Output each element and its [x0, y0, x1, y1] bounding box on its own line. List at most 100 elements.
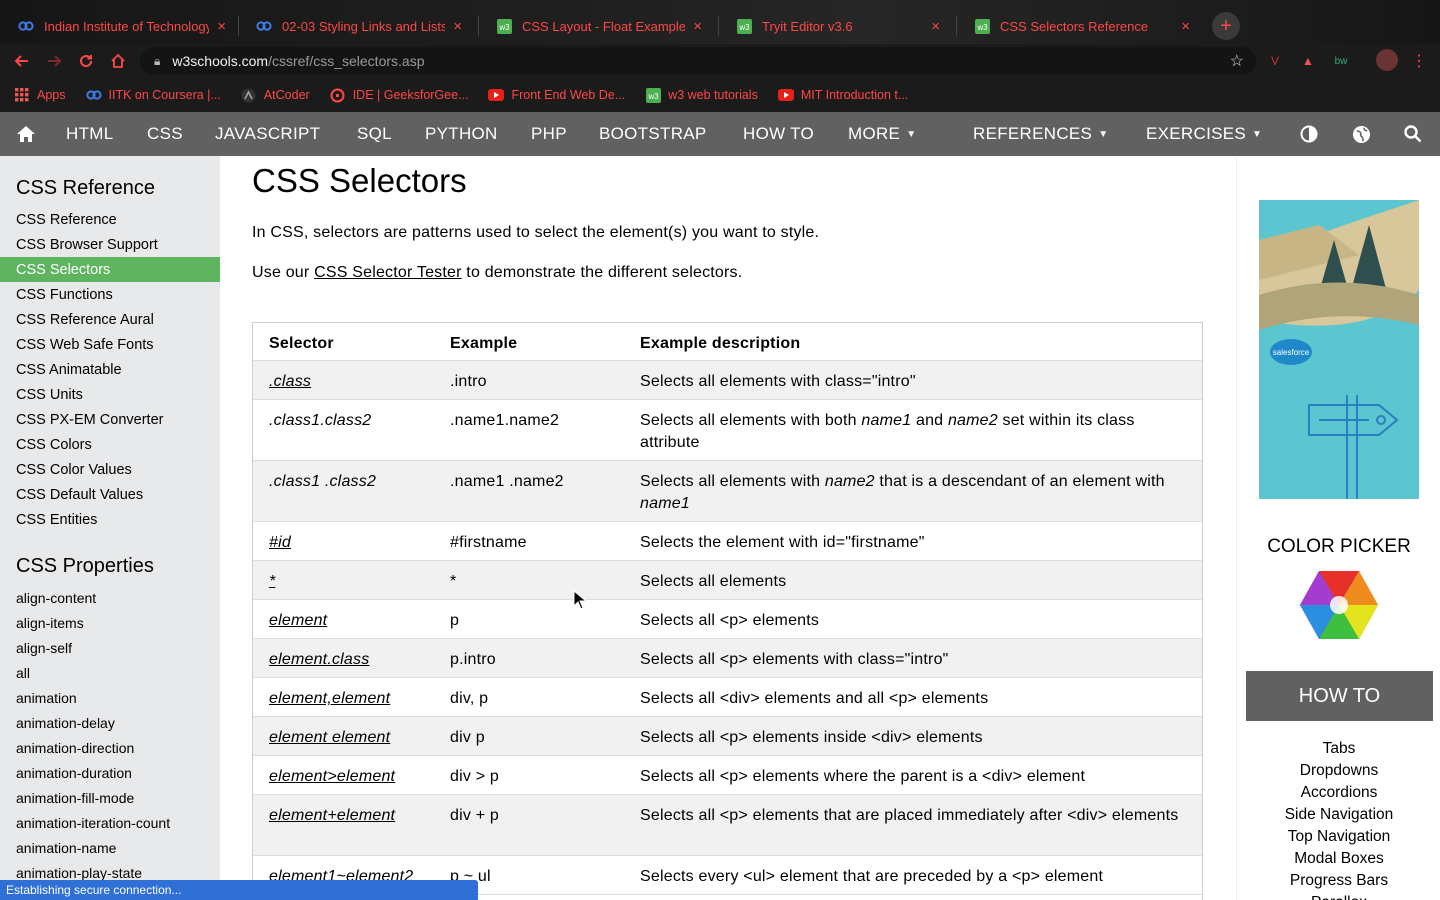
howto-link[interactable]: Accordions [1237, 784, 1440, 802]
close-icon[interactable]: × [931, 18, 940, 35]
selector-cell[interactable]: element,element [269, 688, 439, 710]
nav-bootstrap[interactable]: BOOTSTRAP [599, 112, 707, 156]
nav-sql[interactable]: SQL [357, 112, 392, 156]
extension-icon[interactable]: V [1266, 52, 1284, 70]
dark-mode-toggle[interactable] [1300, 112, 1318, 156]
browser-tab[interactable]: 02-03 Styling Links and Lists - × [238, 8, 474, 44]
sidebar-property-link[interactable]: align-self [0, 635, 220, 660]
sidebar-link[interactable]: CSS Functions [0, 282, 220, 307]
sidebar-link[interactable]: CSS Web Safe Fonts [0, 332, 220, 357]
sidebar-link[interactable]: CSS Reference [0, 207, 220, 232]
sidebar-link[interactable]: CSS Colors [0, 432, 220, 457]
menu-kebab-icon[interactable]: ⋮ [1410, 52, 1428, 70]
nav-references-dropdown[interactable]: REFERENCES ▼ [973, 112, 1108, 156]
nav-javascript[interactable]: JAVASCRIPT [215, 112, 320, 156]
howto-link[interactable]: Side Navigation [1237, 806, 1440, 824]
example-cell: div > p [450, 768, 499, 785]
howto-link[interactable]: Progress Bars [1237, 872, 1440, 890]
sidebar-link[interactable]: CSS Browser Support [0, 232, 220, 257]
address-bar[interactable]: 🔒︎ w3schools.com/cssref/css_selectors.as… [140, 47, 1256, 75]
bookmark-item[interactable]: AtCoder [241, 87, 310, 103]
sidebar-link[interactable]: CSS Color Values [0, 457, 220, 482]
sidebar-property-link[interactable]: animation-name [0, 835, 220, 860]
selector-cell[interactable]: .class [269, 371, 439, 393]
sidebar-link[interactable]: CSS Default Values [0, 482, 220, 507]
close-icon[interactable]: × [1181, 18, 1190, 35]
howto-link[interactable]: Top Navigation [1237, 828, 1440, 846]
home-button[interactable] [107, 50, 129, 72]
bookmark-star-icon[interactable]: ☆ [1230, 51, 1244, 71]
close-icon[interactable]: × [453, 18, 462, 35]
search-button[interactable] [1404, 112, 1422, 156]
nav-howto[interactable]: HOW TO [743, 112, 814, 156]
profile-avatar[interactable] [1376, 49, 1398, 71]
howto-link[interactable]: Modal Boxes [1237, 850, 1440, 868]
sidebar-property-link[interactable]: all [0, 660, 220, 685]
extension-icon[interactable]: bw [1332, 52, 1350, 70]
selector-cell[interactable]: * [269, 571, 439, 593]
home-nav-button[interactable] [16, 112, 36, 156]
howto-link[interactable]: Dropdowns [1237, 762, 1440, 780]
browser-tab[interactable]: w3 CSS Layout - Float Examples × [478, 8, 714, 44]
selector-cell[interactable]: element.class [269, 649, 439, 671]
nav-php[interactable]: PHP [531, 112, 567, 156]
new-tab-button[interactable]: + [1212, 12, 1240, 40]
forward-button[interactable] [43, 50, 65, 72]
browser-tab[interactable]: w3 CSS Selectors Reference × [956, 8, 1202, 44]
selector-cell[interactable]: element element [269, 727, 439, 749]
bookmark-item[interactable]: Front End Web De... [488, 87, 625, 103]
selector-cell[interactable]: element+element [269, 805, 439, 827]
bookmark-item[interactable]: IDE | GeeksforGee... [330, 87, 468, 103]
advertisement[interactable]: salesforce [1259, 200, 1419, 499]
browser-tab[interactable]: Indian Institute of Technology I × [0, 8, 238, 44]
howto-link[interactable]: Parallax [1237, 894, 1440, 900]
sidebar-property-link[interactable]: animation-delay [0, 710, 220, 735]
nav-exercises-dropdown[interactable]: EXERCISES ▼ [1146, 112, 1262, 156]
selector-cell[interactable]: element>element [269, 766, 439, 788]
tab-separator [478, 16, 479, 36]
sidebar-link[interactable]: CSS Reference Aural [0, 307, 220, 332]
sidebar-property-link[interactable]: align-content [0, 585, 220, 610]
close-icon[interactable]: × [693, 18, 702, 35]
bookmark-item[interactable]: Apps [14, 87, 66, 103]
forward-arrow-icon [48, 55, 62, 67]
selector-cell[interactable]: #id [269, 532, 439, 554]
back-button[interactable] [11, 50, 33, 72]
reload-button[interactable] [75, 50, 97, 72]
extension-icon[interactable]: ▲ [1299, 52, 1317, 70]
sidebar-link[interactable]: CSS Units [0, 382, 220, 407]
bookmark-item[interactable]: w3 w3 web tutorials [645, 87, 758, 103]
selector-cell[interactable]: element [269, 610, 439, 632]
selector-tester-link[interactable]: CSS Selector Tester [314, 264, 462, 281]
sidebar-property-link[interactable]: align-items [0, 610, 220, 635]
sidebar-property-link[interactable]: animation-duration [0, 760, 220, 785]
sidebar-link[interactable]: CSS PX-EM Converter [0, 407, 220, 432]
sidebar-property-link[interactable]: animation-fill-mode [0, 785, 220, 810]
translate-button[interactable] [1352, 112, 1371, 156]
nav-python[interactable]: PYTHON [425, 112, 498, 156]
bookmark-item[interactable]: IITK on Coursera |... [85, 87, 221, 103]
browser-tab[interactable]: w3 Tryit Editor v3.6 × [718, 8, 952, 44]
nav-more-dropdown[interactable]: MORE ▼ [848, 112, 916, 156]
table-header-cell: Example description [640, 335, 801, 352]
howto-link[interactable]: Tabs [1237, 740, 1440, 758]
sidebar-property-link[interactable]: animation [0, 685, 220, 710]
description-cell: Selects all elements with name2 that is … [640, 473, 1165, 512]
selector-cell: .class1 .class2 [269, 473, 377, 490]
sidebar-property-link[interactable]: animation-direction [0, 735, 220, 760]
sidebar-link[interactable]: CSS Entities [0, 507, 220, 532]
page-title: CSS Selectors [252, 162, 467, 199]
table-header-cell: Selector [269, 335, 334, 352]
coursera-icon [18, 18, 34, 34]
sidebar-link[interactable]: CSS Animatable [0, 357, 220, 382]
nav-css[interactable]: CSS [147, 112, 183, 156]
color-picker-wheel[interactable] [1299, 570, 1379, 645]
example-cell: .intro [450, 373, 487, 390]
sidebar-link[interactable]: CSS Selectors [0, 257, 220, 282]
main-content: CSS Selectors In CSS, selectors are patt… [220, 156, 1236, 900]
nav-html[interactable]: HTML [66, 112, 113, 156]
bookmark-item[interactable]: MIT Introduction t... [777, 87, 908, 103]
description-cell: Selects all elements [640, 573, 787, 590]
close-icon[interactable]: × [217, 18, 226, 35]
sidebar-property-link[interactable]: animation-iteration-count [0, 810, 220, 835]
